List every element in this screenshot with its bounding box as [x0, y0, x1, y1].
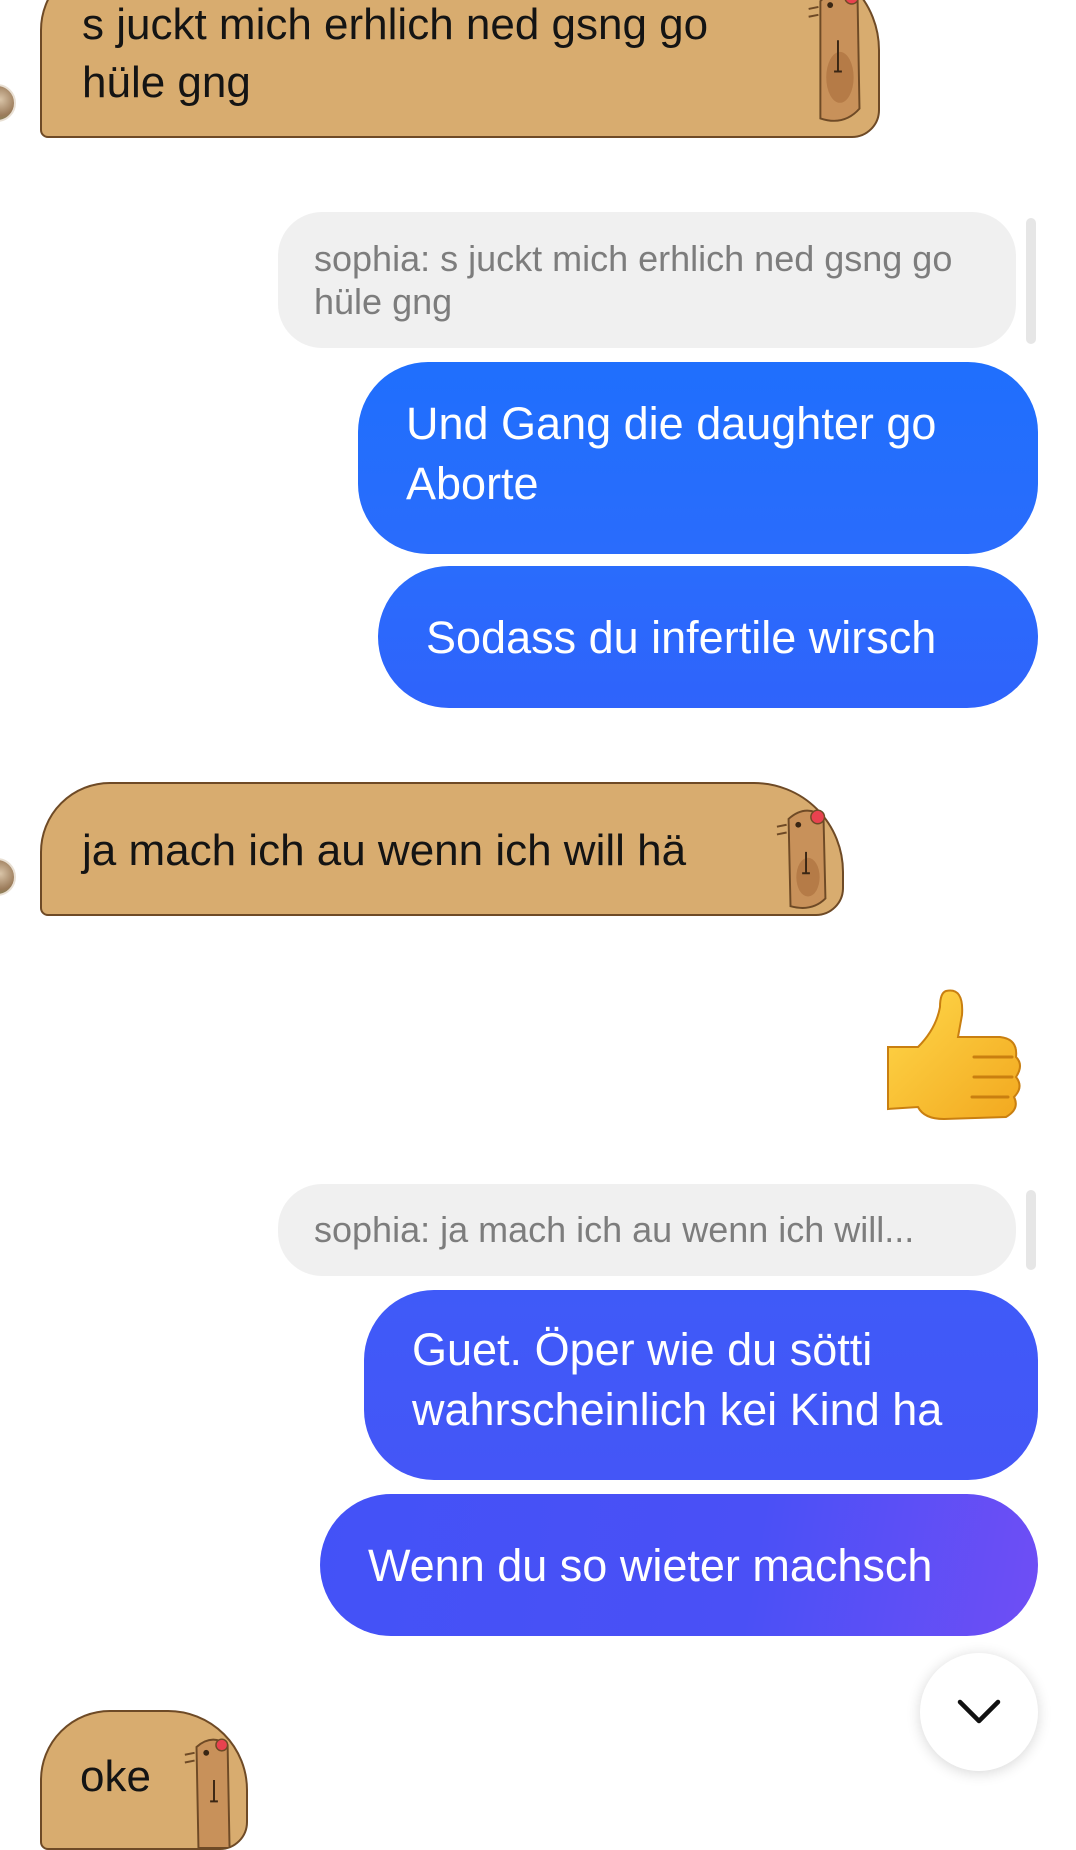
reply-preview-text: sophia: ja mach ich au wenn ich will... — [314, 1209, 915, 1250]
capybara-sticker-icon — [182, 1712, 246, 1848]
message-text: ja mach ich au wenn ich will hä — [82, 826, 687, 875]
message-text: Wenn du so wieter machsch — [368, 1540, 933, 1591]
reply-preview-quote[interactable]: sophia: s juckt mich erhlich ned gsng go… — [278, 212, 1016, 348]
reply-preview-quote[interactable]: sophia: ja mach ich au wenn ich will... — [278, 1184, 1016, 1276]
reply-preview-text: sophia: s juckt mich erhlich ned gsng go… — [314, 238, 953, 322]
contact-avatar[interactable] — [0, 84, 16, 122]
message-text: Sodass du infertile wirsch — [426, 612, 937, 663]
message-text: oke — [80, 1752, 151, 1801]
contact-avatar[interactable] — [0, 858, 16, 896]
capybara-sticker-icon — [772, 784, 842, 914]
outgoing-message-bubble[interactable]: Sodass du infertile wirsch — [378, 566, 1038, 708]
scroll-to-bottom-button[interactable] — [920, 1653, 1038, 1771]
chevron-down-icon — [957, 1699, 1001, 1724]
message-text: Und Gang die daughter go Aborte — [406, 398, 937, 509]
thumbs-up-icon — [887, 989, 1021, 1121]
incoming-message-bubble[interactable]: ja mach ich au wenn ich will hä — [40, 782, 844, 916]
incoming-message-bubble[interactable]: s juckt mich erhlich ned gsng go hüle gn… — [40, 0, 880, 138]
message-thread: s juckt mich erhlich ned gsng go hüle gn… — [0, 0, 1076, 1850]
message-text: s juckt mich erhlich ned gsng go hüle gn… — [82, 0, 709, 107]
thumbs-up-emoji-message[interactable] — [884, 985, 1030, 1135]
outgoing-message-bubble[interactable]: Guet. Öper wie du sötti wahrscheinlich k… — [364, 1290, 1038, 1480]
outgoing-message-bubble[interactable]: Wenn du so wieter machsch — [320, 1494, 1038, 1636]
message-text: Guet. Öper wie du sötti wahrscheinlich k… — [412, 1324, 943, 1435]
reply-indicator-bar — [1026, 218, 1036, 344]
incoming-message-bubble[interactable]: oke — [40, 1710, 248, 1850]
reply-indicator-bar — [1026, 1190, 1036, 1270]
outgoing-message-bubble[interactable]: Und Gang die daughter go Aborte — [358, 362, 1038, 554]
capybara-sticker-icon — [800, 0, 874, 136]
